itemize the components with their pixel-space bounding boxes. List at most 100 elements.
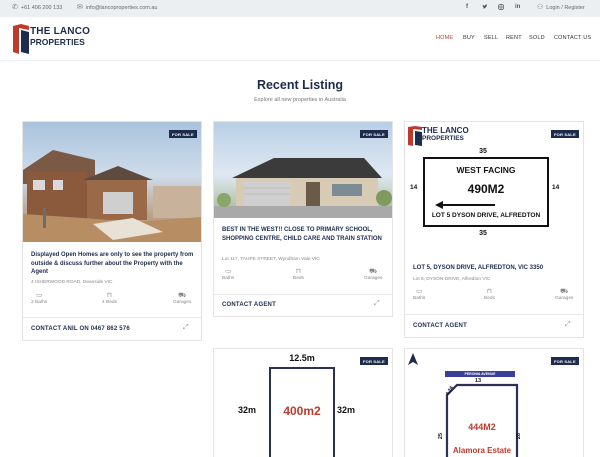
nav-contact-us[interactable]: CONTACT US xyxy=(554,35,591,41)
listing-title[interactable]: Displayed Open Homes are only to see the… xyxy=(31,251,197,277)
garages-label: Garages xyxy=(364,276,383,281)
listing-card[interactable]: FOR SALE BEST IN THE WEST!! CLOSE TO PRI… xyxy=(213,121,393,317)
listing-address: Lot 117, TAUPE STREET, Wyndham Vale VIC xyxy=(222,257,320,262)
login-link[interactable]: ⚇ Login / Register xyxy=(537,4,585,11)
lot-plan-image[interactable]: PERONIA AVENUE 13 4.24 25 28 444M2 Alamo… xyxy=(405,349,583,457)
plan-top-dimension: 35 xyxy=(479,148,487,155)
house-construction-image xyxy=(23,150,201,242)
listing-address: Lot 5, DYSON DRIVE, Alfredton VIC xyxy=(413,277,491,282)
garages-feature: ⛟ Garages xyxy=(173,292,191,305)
phone-text: +61 406 200 133 xyxy=(20,4,63,11)
plan-logo-line2: PROPERTIES xyxy=(422,135,464,142)
beds-feature: ⊓ Beds xyxy=(293,268,304,281)
bath-icon: ▭ xyxy=(36,292,43,299)
plan-logo-mark-icon xyxy=(408,126,422,146)
login-text: Login / Register xyxy=(546,4,585,11)
user-icon: ⚇ xyxy=(537,4,544,11)
estate-label: Alamora Estate xyxy=(452,446,512,455)
contact-agent-link[interactable]: CONTACT AGENT xyxy=(413,323,467,329)
logo-line1: THE LANCO xyxy=(30,26,91,37)
card-divider xyxy=(23,317,201,318)
nav-home[interactable]: HOME xyxy=(436,35,453,41)
garages-feature: ⛟ Garages xyxy=(364,268,382,281)
bed-icon: ⊓ xyxy=(106,292,112,299)
road-label: PERONIA AVENUE xyxy=(445,371,515,377)
plan-left-dimension: 14 xyxy=(410,184,418,191)
listing-card[interactable]: 12.5m 32m 32m 400m2 FOR SALE xyxy=(213,348,393,457)
plan-right-dimension: 14 xyxy=(552,184,560,191)
baths-feature: ▭ Baths xyxy=(413,288,425,301)
listing-title[interactable]: BEST IN THE WEST!! CLOSE TO PRIMARY SCHO… xyxy=(222,226,388,243)
mail-icon: ✉ xyxy=(77,4,83,11)
nav-sell[interactable]: SELL xyxy=(484,35,498,41)
car-icon: ⛟ xyxy=(178,292,187,299)
car-icon: ⛟ xyxy=(369,268,378,275)
for-sale-badge: FOR SALE xyxy=(551,130,579,138)
linkedin-icon[interactable]: in xyxy=(515,4,520,10)
garages-label: Garages xyxy=(555,296,574,301)
lot-plan-image[interactable]: THE LANCO PROPERTIES 35 14 14 WEST FACIN… xyxy=(405,122,583,256)
listing-title[interactable]: LOT 5, DYSON DRIVE, ALFREDTON, VIC 3350 xyxy=(413,264,579,273)
listing-photo[interactable] xyxy=(23,122,201,242)
beds-label: 4 Beds xyxy=(102,300,117,305)
plan-area-label: 490M2 xyxy=(467,182,505,196)
expand-icon[interactable]: ⤢ xyxy=(183,324,189,332)
for-sale-badge: FOR SALE xyxy=(169,130,197,138)
phone-icon: ✆ xyxy=(12,4,18,11)
plan-logo-text: THE LANCO PROPERTIES xyxy=(422,127,469,143)
bed-icon: ⊓ xyxy=(295,268,301,275)
listing-card[interactable]: FOR SALE Displayed Open Homes are only t… xyxy=(22,121,202,341)
lot-plan-image[interactable]: 12.5m 32m 32m 400m2 xyxy=(214,349,392,457)
baths-feature: ▭ Baths xyxy=(222,268,234,281)
listing-card[interactable]: PERONIA AVENUE 13 4.24 25 28 444M2 Alamo… xyxy=(404,348,584,457)
expand-icon[interactable]: ⤢ xyxy=(374,300,380,308)
plan-right-dimension: 28 xyxy=(516,432,523,440)
beds-label: Beds xyxy=(484,296,495,301)
contact-agent-link[interactable]: CONTACT AGENT xyxy=(222,302,276,308)
twitter-icon[interactable] xyxy=(482,4,488,12)
beds-label: Beds xyxy=(293,276,304,281)
logo-mark-icon xyxy=(13,24,29,54)
listing-card[interactable]: THE LANCO PROPERTIES 35 14 14 WEST FACIN… xyxy=(404,121,584,338)
plan-logo-line1: THE LANCO xyxy=(422,126,469,135)
plan-facing-label: WEST FACING xyxy=(456,165,516,175)
section-title: Recent Listing xyxy=(256,78,344,92)
bath-icon: ▭ xyxy=(416,288,423,295)
plan-top-dimension: 12.5m xyxy=(289,353,315,363)
plan-lot-label: LOT 5 DYSON DRIVE, ALFREDTON xyxy=(431,212,541,219)
nav-buy[interactable]: BUY xyxy=(463,35,475,41)
nav-rent[interactable]: RENT xyxy=(506,35,522,41)
beds-feature: ⊓ Beds xyxy=(484,288,495,301)
garages-label: Garages xyxy=(173,300,192,305)
for-sale-badge: FOR SALE xyxy=(551,357,579,365)
email-text: info@lancoproperties.com.au xyxy=(85,4,158,11)
garages-feature: ⛟ Garages xyxy=(555,288,573,301)
email-link[interactable]: ✉ info@lancoproperties.com.au xyxy=(77,4,158,11)
card-divider xyxy=(405,314,583,315)
bath-icon: ▭ xyxy=(225,268,232,275)
listing-address: 4 ISHERWOOD ROAD, Deanside VIC xyxy=(31,280,113,285)
logo-line2: PROPERTIES xyxy=(30,37,85,47)
baths-label: Baths xyxy=(413,296,426,301)
beds-feature: ⊓ 4 Beds xyxy=(102,292,117,305)
baths-feature: ▭ 2 Baths xyxy=(31,292,47,305)
north-arrow-icon xyxy=(408,353,418,365)
for-sale-badge: FOR SALE xyxy=(360,130,388,138)
facebook-icon[interactable]: f xyxy=(466,4,468,10)
bed-icon: ⊓ xyxy=(486,288,492,295)
section-subtitle: Explore all new properties in Australia xyxy=(254,97,346,103)
for-sale-badge: FOR SALE xyxy=(360,357,388,365)
plan-area-label: 444M2 xyxy=(468,422,496,432)
plan-bottom-dimension: 35 xyxy=(479,230,487,237)
expand-icon[interactable]: ⤢ xyxy=(565,321,571,329)
phone-link[interactable]: ✆ +61 406 200 133 xyxy=(12,4,62,11)
plan-left-dimension: 25 xyxy=(438,432,445,440)
contact-agent-link[interactable]: CONTACT ANIL ON 0467 862 576 xyxy=(31,326,130,332)
instagram-icon[interactable] xyxy=(498,4,504,12)
car-icon: ⛟ xyxy=(560,288,569,295)
top-bar: ✆ +61 406 200 133 ✉ info@lancoproperties… xyxy=(0,0,600,17)
plan-right-dimension: 32m xyxy=(337,405,356,415)
nav-sold[interactable]: SOLD xyxy=(529,35,545,41)
logo[interactable]: THE LANCO PROPERTIES xyxy=(30,26,91,48)
baths-label: Baths xyxy=(222,276,235,281)
